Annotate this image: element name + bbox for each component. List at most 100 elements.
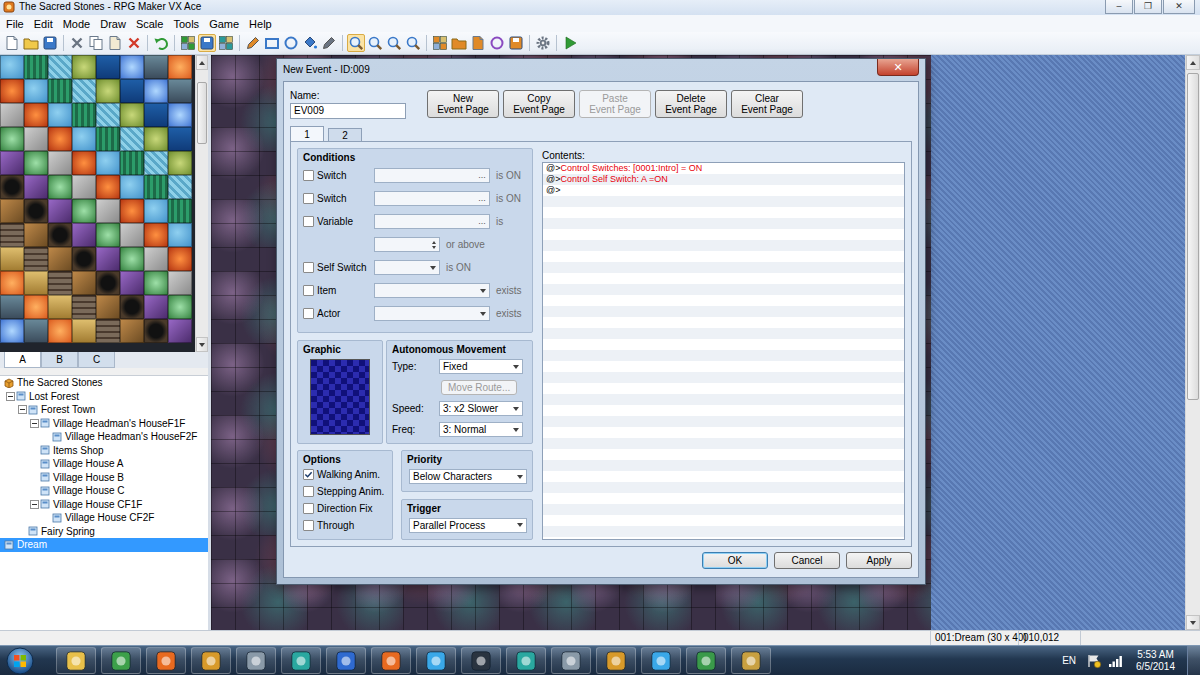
tile[interactable] (144, 79, 168, 103)
toolbar-button[interactable] (3, 34, 21, 52)
tile[interactable] (120, 247, 144, 271)
tile[interactable] (72, 103, 96, 127)
toolbar-button[interactable] (320, 34, 338, 52)
tile[interactable] (24, 127, 48, 151)
taskbar-app-button[interactable] (191, 647, 231, 674)
tileset-scrollbar[interactable] (195, 55, 208, 352)
condition-checkbox[interactable] (303, 216, 314, 227)
toolbar-button[interactable] (488, 34, 506, 52)
toolbar-button[interactable] (469, 34, 487, 52)
toolbar-button[interactable] (179, 34, 197, 52)
tile[interactable] (168, 247, 192, 271)
tile[interactable] (48, 151, 72, 175)
tile[interactable] (144, 271, 168, 295)
toolbar-button[interactable] (106, 34, 124, 52)
toolbar-button[interactable] (125, 34, 143, 52)
browse-button[interactable]: ... (475, 215, 489, 228)
condition-checkbox[interactable] (303, 262, 314, 273)
dialog-close-button[interactable]: ✕ (877, 59, 919, 76)
trigger-dropdown[interactable]: Parallel Process (409, 518, 527, 533)
page-tab[interactable]: 2 (328, 128, 362, 141)
toolbar-button[interactable] (561, 34, 579, 52)
tile[interactable] (48, 103, 72, 127)
tile[interactable] (48, 79, 72, 103)
tile[interactable] (168, 319, 192, 343)
tile[interactable] (96, 199, 120, 223)
tile[interactable] (0, 79, 24, 103)
window-control-button[interactable]: ✕ (1163, 0, 1195, 14)
tile[interactable] (24, 151, 48, 175)
condition-dropdown[interactable] (374, 260, 440, 275)
tile[interactable] (72, 247, 96, 271)
taskbar-app-button[interactable] (101, 647, 141, 674)
scroll-thumb[interactable] (197, 82, 207, 144)
menu-item[interactable]: Scale (131, 18, 169, 30)
tile[interactable] (120, 319, 144, 343)
scroll-thumb[interactable] (1187, 73, 1199, 400)
tile[interactable] (120, 103, 144, 127)
tile[interactable] (72, 295, 96, 319)
taskbar-app-button[interactable] (281, 647, 321, 674)
tile[interactable] (168, 79, 192, 103)
tile[interactable] (144, 223, 168, 247)
tile[interactable] (144, 199, 168, 223)
menu-item[interactable]: File (1, 18, 29, 30)
option-checkbox[interactable] (303, 503, 314, 514)
option-checkbox[interactable] (303, 520, 314, 531)
tile[interactable] (120, 151, 144, 175)
tile[interactable] (24, 223, 48, 247)
taskbar-app-button[interactable] (146, 647, 186, 674)
toolbar-button[interactable] (22, 34, 40, 52)
map-tree-item[interactable]: Items Shop (0, 444, 208, 458)
toolbar-button[interactable] (431, 34, 449, 52)
toolbar-button[interactable] (347, 34, 365, 52)
tile[interactable] (96, 79, 120, 103)
condition-checkbox[interactable] (303, 193, 314, 204)
tile[interactable] (120, 127, 144, 151)
toolbar-button[interactable] (41, 34, 59, 52)
tile[interactable] (144, 175, 168, 199)
option-checkbox[interactable] (303, 469, 314, 480)
condition-field[interactable]: ... (374, 168, 490, 183)
dialog-button[interactable]: Apply (846, 552, 912, 569)
event-page-button[interactable]: ClearEvent Page (731, 90, 803, 118)
tile[interactable] (96, 319, 120, 343)
tile[interactable] (168, 127, 192, 151)
tile[interactable] (24, 103, 48, 127)
menu-item[interactable]: Help (244, 18, 277, 30)
taskbar-app-button[interactable] (551, 647, 591, 674)
graphic-preview[interactable] (310, 359, 370, 435)
tile[interactable] (96, 247, 120, 271)
tile[interactable] (72, 127, 96, 151)
toolbar-button[interactable] (507, 34, 525, 52)
menu-item[interactable]: Game (204, 18, 244, 30)
menu-item[interactable]: Tools (168, 18, 204, 30)
taskbar-app-button[interactable] (641, 647, 681, 674)
tile[interactable] (72, 319, 96, 343)
tile[interactable] (120, 175, 144, 199)
taskbar-app-button[interactable] (731, 647, 771, 674)
dialog-button[interactable]: OK (702, 552, 768, 569)
option-row[interactable]: Stepping Anim. (303, 483, 387, 500)
toolbar-button[interactable] (404, 34, 422, 52)
clock[interactable]: 5:53 AM 6/5/2014 (1130, 649, 1181, 673)
condition-checkbox[interactable] (303, 285, 314, 296)
tile[interactable] (168, 175, 192, 199)
expander-box[interactable] (6, 392, 15, 401)
tile[interactable] (24, 295, 48, 319)
tile[interactable] (168, 271, 192, 295)
tile[interactable] (0, 199, 24, 223)
tile[interactable] (0, 103, 24, 127)
action-center-flag-icon[interactable] (1086, 653, 1102, 669)
toolbar-button[interactable] (301, 34, 319, 52)
condition-checkbox[interactable] (303, 308, 314, 319)
toolbar-button[interactable] (217, 34, 235, 52)
move-route-button[interactable]: Move Route... (441, 380, 517, 395)
tile[interactable] (0, 55, 24, 79)
window-control-button[interactable]: ❐ (1134, 0, 1162, 14)
spin-arrows-icon[interactable] (429, 241, 439, 249)
toolbar-button[interactable] (68, 34, 86, 52)
map-tree-item[interactable]: Forest Town (0, 403, 208, 417)
scroll-down-button[interactable] (1186, 615, 1200, 630)
scroll-up-button[interactable] (1186, 55, 1200, 70)
